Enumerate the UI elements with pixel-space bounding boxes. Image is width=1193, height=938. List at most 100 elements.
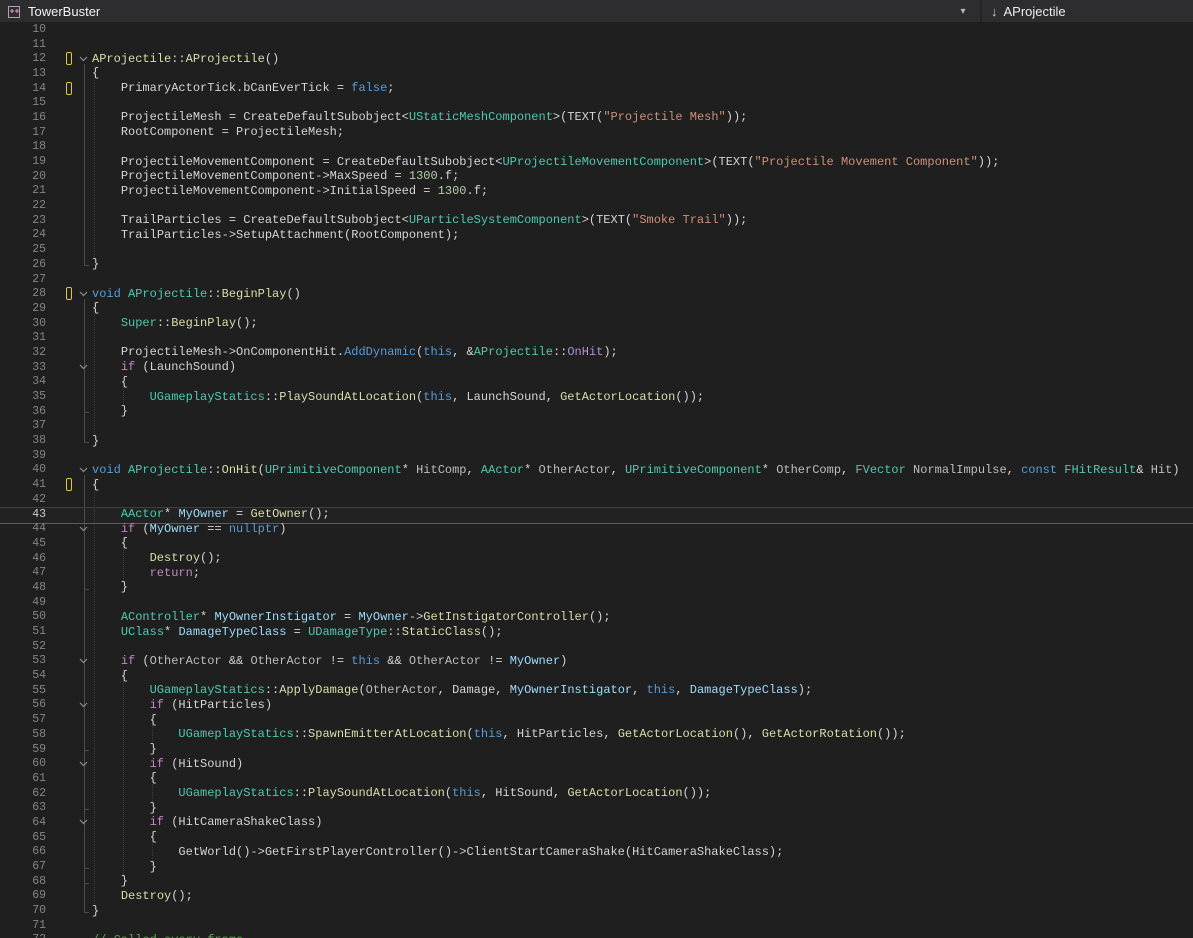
code-line[interactable]: 12AProjectile::AProjectile(): [0, 51, 1193, 66]
gutter-line-number: 34: [0, 375, 46, 388]
code-text: }: [92, 580, 128, 594]
fold-chevron-icon[interactable]: [74, 658, 92, 664]
code-line[interactable]: 63 }: [0, 800, 1193, 815]
editor[interactable]: 101112AProjectile::AProjectile()13{14 Pr…: [0, 22, 1193, 938]
code-line[interactable]: 53 if (OtherActor && OtherActor != this …: [0, 654, 1193, 669]
code-line[interactable]: 28void AProjectile::BeginPlay(): [0, 286, 1193, 301]
code-line[interactable]: 13{: [0, 66, 1193, 81]
change-indicator-column: [66, 816, 74, 829]
code-line[interactable]: 41{: [0, 477, 1193, 492]
gutter-line-number: 50: [0, 610, 46, 623]
code-line[interactable]: 11: [0, 37, 1193, 52]
code-line[interactable]: 43 AActor* MyOwner = GetOwner();: [0, 507, 1193, 522]
code-line[interactable]: 26}: [0, 257, 1193, 272]
down-arrow-icon: ↓: [991, 4, 998, 19]
code-line[interactable]: 34 {: [0, 375, 1193, 390]
code-line[interactable]: 70}: [0, 903, 1193, 918]
gutter-line-number: 71: [0, 919, 46, 932]
code-line[interactable]: 72// Called every frame: [0, 933, 1193, 938]
code-line[interactable]: 62 UGameplayStatics::PlaySoundAtLocation…: [0, 786, 1193, 801]
code-line[interactable]: 52: [0, 639, 1193, 654]
code-line[interactable]: 22: [0, 198, 1193, 213]
code-line[interactable]: 64 if (HitCameraShakeClass): [0, 815, 1193, 830]
gutter-line-number: 47: [0, 566, 46, 579]
code-line[interactable]: 23 TrailParticles = CreateDefaultSubobje…: [0, 213, 1193, 228]
change-indicator-column: [66, 640, 74, 653]
gutter-line-number: 37: [0, 419, 46, 432]
code-line[interactable]: 71: [0, 918, 1193, 933]
code-text: {: [92, 830, 157, 844]
code-line[interactable]: 29{: [0, 301, 1193, 316]
code-line[interactable]: 46 Destroy();: [0, 551, 1193, 566]
gutter-line-number: 49: [0, 596, 46, 609]
code-line[interactable]: 32 ProjectileMesh->OnComponentHit.AddDyn…: [0, 345, 1193, 360]
code-line[interactable]: 47 return;: [0, 565, 1193, 580]
gutter-line-number: 48: [0, 581, 46, 594]
code-line[interactable]: 39: [0, 448, 1193, 463]
code-line[interactable]: 61 {: [0, 771, 1193, 786]
code-line[interactable]: 55 UGameplayStatics::ApplyDamage(OtherAc…: [0, 683, 1193, 698]
code-line[interactable]: 21 ProjectileMovementComponent->InitialS…: [0, 184, 1193, 199]
code-line[interactable]: 17 RootComponent = ProjectileMesh;: [0, 125, 1193, 140]
code-text: UGameplayStatics::PlaySoundAtLocation(th…: [92, 786, 711, 800]
code-line[interactable]: 20 ProjectileMovementComponent->MaxSpeed…: [0, 169, 1193, 184]
fold-chevron-icon[interactable]: [74, 291, 92, 297]
fold-chevron-icon[interactable]: [74, 526, 92, 532]
fold-chevron-icon[interactable]: [74, 702, 92, 708]
code-line[interactable]: 58 UGameplayStatics::SpawnEmitterAtLocat…: [0, 727, 1193, 742]
code-text: if (OtherActor && OtherActor != this && …: [92, 654, 567, 668]
code-line[interactable]: 59 }: [0, 742, 1193, 757]
code-line[interactable]: 49: [0, 595, 1193, 610]
code-line[interactable]: 36 }: [0, 404, 1193, 419]
code-text: if (HitSound): [92, 757, 243, 771]
code-line[interactable]: 51 UClass* DamageTypeClass = UDamageType…: [0, 624, 1193, 639]
code-line[interactable]: 33 if (LaunchSound): [0, 360, 1193, 375]
symbol-navigation-dropdown[interactable]: ↓ AProjectile: [982, 0, 1193, 22]
title-dropdown-button[interactable]: ▾: [946, 6, 980, 17]
code-line[interactable]: 67 }: [0, 859, 1193, 874]
code-line[interactable]: 18: [0, 140, 1193, 155]
code-line[interactable]: 19 ProjectileMovementComponent = CreateD…: [0, 154, 1193, 169]
code-line[interactable]: 69 Destroy();: [0, 889, 1193, 904]
code-line[interactable]: 57 {: [0, 712, 1193, 727]
gutter-line-number: 12: [0, 52, 46, 65]
code-line[interactable]: 27: [0, 272, 1193, 287]
code-line[interactable]: 48 }: [0, 580, 1193, 595]
code-text: UClass* DamageTypeClass = UDamageType::S…: [92, 625, 503, 639]
fold-chevron-icon[interactable]: [74, 761, 92, 767]
code-line[interactable]: 14 PrimaryActorTick.bCanEverTick = false…: [0, 81, 1193, 96]
change-indicator-column: [66, 522, 74, 535]
code-line[interactable]: 25: [0, 242, 1193, 257]
code-line[interactable]: 40void AProjectile::OnHit(UPrimitiveComp…: [0, 463, 1193, 478]
code-line[interactable]: 44 if (MyOwner == nullptr): [0, 521, 1193, 536]
code-text: // Called every frame: [92, 933, 243, 938]
code-line[interactable]: 65 {: [0, 830, 1193, 845]
gutter-line-number: 36: [0, 405, 46, 418]
change-indicator-column: [66, 111, 74, 124]
fold-chevron-icon[interactable]: [74, 819, 92, 825]
code-line[interactable]: 54 {: [0, 668, 1193, 683]
code-text: ProjectileMesh->OnComponentHit.AddDynami…: [92, 345, 618, 359]
code-line[interactable]: 10: [0, 22, 1193, 37]
code-line[interactable]: 56 if (HitParticles): [0, 698, 1193, 713]
code-line[interactable]: 68 }: [0, 874, 1193, 889]
code-line[interactable]: 24 TrailParticles->SetupAttachment(RootC…: [0, 228, 1193, 243]
code-line[interactable]: 42: [0, 492, 1193, 507]
fold-chevron-icon[interactable]: [74, 56, 92, 62]
code-line[interactable]: 50 AController* MyOwnerInstigator = MyOw…: [0, 610, 1193, 625]
code-line[interactable]: 15: [0, 95, 1193, 110]
gutter-line-number: 19: [0, 155, 46, 168]
code-line[interactable]: 45 {: [0, 536, 1193, 551]
code-line[interactable]: 38}: [0, 433, 1193, 448]
code-line[interactable]: 66 GetWorld()->GetFirstPlayerController(…: [0, 845, 1193, 860]
fold-chevron-icon[interactable]: [74, 364, 92, 370]
code-text: {: [92, 669, 128, 683]
code-line[interactable]: 60 if (HitSound): [0, 756, 1193, 771]
fold-chevron-icon[interactable]: [74, 467, 92, 473]
code-line[interactable]: 30 Super::BeginPlay();: [0, 316, 1193, 331]
code-line[interactable]: 16 ProjectileMesh = CreateDefaultSubobje…: [0, 110, 1193, 125]
code-line[interactable]: 37: [0, 419, 1193, 434]
gutter-line-number: 16: [0, 111, 46, 124]
code-line[interactable]: 31: [0, 330, 1193, 345]
code-line[interactable]: 35 UGameplayStatics::PlaySoundAtLocation…: [0, 389, 1193, 404]
